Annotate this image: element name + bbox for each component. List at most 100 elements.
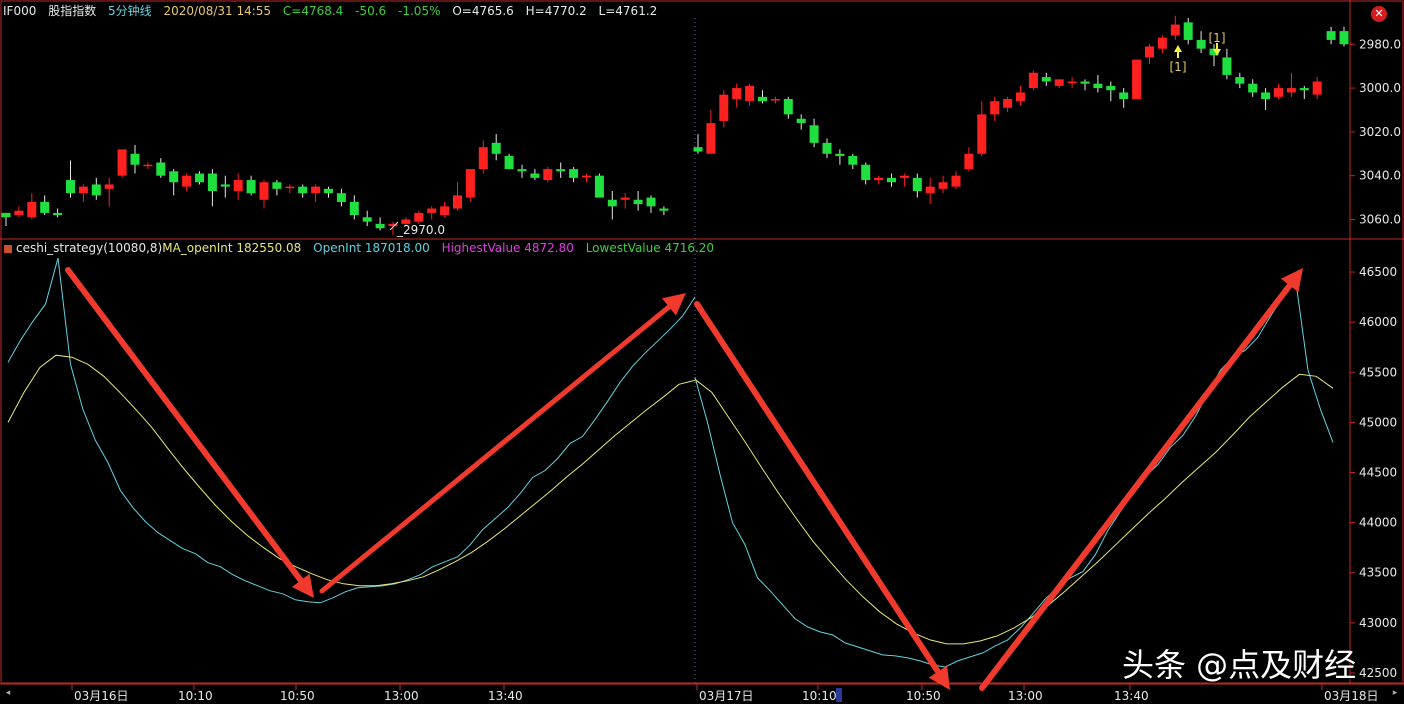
candle-down: [207, 173, 217, 192]
price-tick-label: 3020.0: [1359, 125, 1401, 139]
ma-openint-label: MA_openInt 182550.08: [162, 241, 302, 255]
trend-arrow-down-2-shaft: [694, 301, 941, 675]
time-tick-label: 03月18日: [1324, 689, 1379, 703]
time-tick-label: 13:40: [488, 689, 523, 703]
candle-up: [1054, 79, 1064, 86]
scroll-left-icon[interactable]: ◂: [3, 688, 13, 698]
ma-openint-line: [694, 373, 1334, 645]
trend-arrow-up-1: [319, 293, 686, 594]
low-value: L=4761.2: [598, 4, 658, 18]
candle-up: [1286, 88, 1296, 93]
candle-down: [796, 118, 806, 124]
openint-line: [7, 257, 696, 604]
candle-up: [143, 164, 153, 167]
time-tick-label: 03月16日: [74, 689, 129, 703]
time-tick-label: 10:50: [280, 689, 315, 703]
chart-window: 3060.0 3040.0 3020.0 3000.0 2980.0 42500 43000…: [0, 0, 1404, 704]
candle-up: [414, 212, 424, 222]
price-header: IF000 股指指数 5分钟线 2020/08/31 14:55 C=4768.…: [3, 2, 665, 19]
candle-up: [1003, 99, 1013, 108]
candle-down: [693, 147, 703, 152]
close-icon[interactable]: ✕: [1371, 6, 1387, 22]
oi-tick-label: 45500: [1359, 365, 1397, 379]
candle-down: [1106, 85, 1116, 91]
oi-tick-label: 43500: [1359, 566, 1397, 580]
candle-up: [719, 94, 729, 121]
candle-up: [453, 195, 462, 209]
indicator-header: ceshi_strategy(10080,8)MA_openInt 182550…: [4, 241, 722, 255]
period-label[interactable]: 5分钟线: [108, 4, 152, 18]
scroll-right-icon[interactable]: ▸: [1390, 688, 1400, 698]
candle-down: [1339, 31, 1349, 45]
time-tick-label: 10:50: [906, 689, 941, 703]
candle-up: [899, 175, 909, 178]
oi-tick-label: 46500: [1359, 265, 1397, 279]
candle-up: [78, 186, 88, 194]
candle-down: [195, 173, 204, 183]
candle-up: [925, 186, 935, 194]
candle-down: [809, 125, 819, 143]
sell-signal-label: [1]: [1209, 31, 1226, 45]
oi-tick-label: 42500: [1359, 666, 1397, 680]
candle-up: [977, 114, 987, 154]
candle-down: [646, 197, 656, 207]
time-tick-label: 13:00: [384, 689, 419, 703]
candle-down: [1, 212, 11, 218]
candle-down: [1093, 83, 1103, 89]
candle-up: [951, 175, 961, 187]
candle-down: [861, 164, 871, 181]
candle-down: [91, 184, 101, 196]
symbol-code: IF000: [3, 4, 37, 18]
candle-up: [1145, 46, 1154, 58]
candle-down: [556, 169, 566, 172]
datetime-label: 2020/08/31 14:55: [163, 4, 272, 18]
chart-frame: [0, 0, 1404, 684]
candle-down: [835, 153, 845, 156]
candle-up: [478, 147, 488, 170]
candle-down: [1222, 57, 1232, 75]
openint-label: OpenInt 187018.00: [313, 241, 430, 255]
candle-down: [1235, 77, 1245, 84]
candle-up: [427, 208, 437, 213]
candle-down: [517, 169, 527, 172]
close-value: C=4768.4: [282, 4, 344, 18]
price-tick-label: 2980.0: [1359, 37, 1401, 51]
candle-down: [375, 223, 385, 229]
oi-tick-label: 44000: [1359, 516, 1397, 530]
low-annotation-label: _2970.0: [396, 223, 445, 237]
indicator-name[interactable]: ceshi_strategy(10080,8): [16, 241, 162, 255]
candle-up: [732, 88, 742, 100]
high-value: H=4770.2: [525, 4, 587, 18]
time-tick-label: 13:40: [1114, 689, 1149, 703]
oi-tick-label: 43000: [1359, 616, 1397, 630]
candle-down: [1299, 88, 1309, 91]
candle-down: [848, 155, 858, 165]
candle-up: [1028, 72, 1038, 89]
candle-down: [822, 142, 832, 154]
candle-down: [491, 142, 501, 154]
candle-down: [349, 201, 359, 216]
candle-down: [530, 173, 540, 178]
candle-up: [14, 210, 24, 216]
candle-up: [620, 197, 630, 200]
candle-up: [1132, 59, 1142, 100]
candle-down: [156, 162, 166, 176]
candle-up: [465, 169, 475, 198]
oi-tick-label: 46000: [1359, 315, 1397, 329]
candle-up: [964, 153, 974, 170]
time-axis-highlight: [836, 688, 842, 702]
chart-canvas[interactable]: 3060.0 3040.0 3020.0 3000.0 2980.0 42500 43000…: [0, 0, 1404, 704]
candle-down: [1041, 77, 1051, 82]
candle-up: [1067, 81, 1077, 84]
candle-down: [246, 180, 256, 194]
candle-up: [1312, 81, 1322, 95]
candle-down: [594, 175, 604, 198]
candle-down: [66, 180, 75, 194]
candle-down: [1196, 39, 1206, 49]
candle-up: [311, 186, 321, 194]
time-tick-label: 10:10: [178, 689, 213, 703]
candle-up: [543, 169, 553, 181]
oi-tick-label: 44500: [1359, 466, 1397, 480]
indicator-marker-icon[interactable]: [4, 244, 12, 253]
candle-up: [104, 184, 114, 189]
